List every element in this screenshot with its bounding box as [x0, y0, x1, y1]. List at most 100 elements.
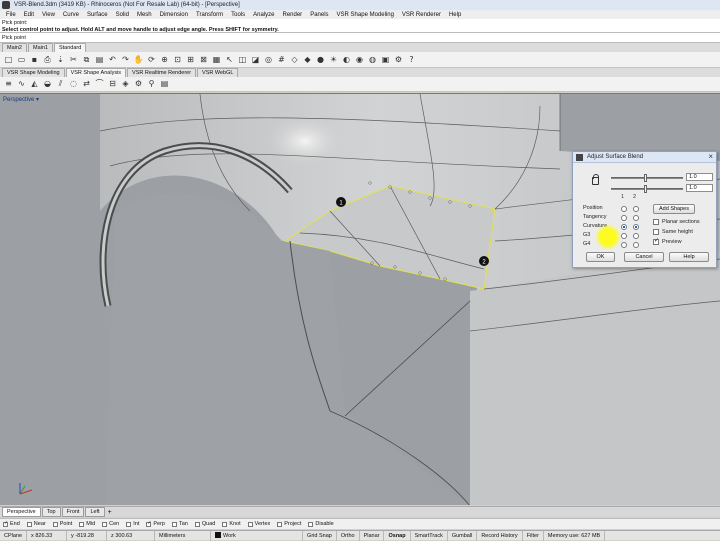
- osnap-checkbox[interactable]: [171, 521, 177, 527]
- status-filter[interactable]: Filter: [523, 530, 544, 541]
- status-planar[interactable]: Planar: [360, 530, 385, 541]
- menu-item-dimension[interactable]: Dimension: [156, 12, 192, 18]
- osnap-end[interactable]: End: [3, 520, 20, 527]
- status-layer[interactable]: Work: [211, 530, 304, 541]
- status-cplane[interactable]: CPlane: [0, 530, 28, 541]
- texture-icon[interactable]: ▣: [380, 54, 391, 65]
- menu-item-render[interactable]: Render: [279, 12, 307, 18]
- osnap-tan[interactable]: Tan: [171, 521, 188, 527]
- checkbox-preview[interactable]: Preview: [653, 237, 682, 246]
- view-tab-left[interactable]: Left: [85, 507, 105, 517]
- import-icon[interactable]: ⇣: [55, 54, 66, 65]
- undo-icon[interactable]: ↶: [107, 54, 118, 65]
- new-file-icon[interactable]: □: [3, 54, 14, 65]
- osnap-checkbox[interactable]: [194, 521, 200, 527]
- command-input[interactable]: Pick point: [0, 33, 720, 43]
- checkbox-box[interactable]: [653, 229, 659, 235]
- report-icon[interactable]: ▤: [159, 79, 170, 90]
- zoom-window-icon[interactable]: ⊡: [172, 54, 183, 65]
- radio-side1-g4[interactable]: [621, 242, 627, 248]
- blend-value-2-input[interactable]: 1.0: [686, 184, 713, 192]
- osnap-vertex[interactable]: Vertex: [247, 521, 270, 527]
- zoom-extents-icon[interactable]: ⊞: [185, 54, 196, 65]
- osnap-knot[interactable]: Knot: [222, 521, 241, 527]
- status-smarttrack[interactable]: SmartTrack: [411, 530, 448, 541]
- checkbox-box[interactable]: [653, 219, 659, 225]
- lock-icon[interactable]: [592, 174, 599, 185]
- cancel-button[interactable]: Cancel: [624, 252, 664, 262]
- highlight-lines-icon[interactable]: ⫽: [55, 79, 66, 90]
- menu-item-view[interactable]: View: [38, 12, 59, 18]
- continuity-icon[interactable]: ⌒: [94, 79, 105, 90]
- material-icon[interactable]: ◐: [341, 54, 352, 65]
- ok-button[interactable]: OK: [586, 252, 615, 262]
- environment-map-icon[interactable]: ◒: [42, 79, 53, 90]
- help-button[interactable]: Help: [669, 252, 709, 262]
- blend-marker-2[interactable]: 2: [479, 256, 489, 266]
- section-icon[interactable]: ⊟: [107, 79, 118, 90]
- cut-icon[interactable]: ✂: [68, 54, 79, 65]
- menu-item-vsr-renderer[interactable]: VSR Renderer: [398, 12, 445, 18]
- menu-item-analyze[interactable]: Analyze: [249, 12, 278, 18]
- inspect-icon[interactable]: ⚲: [146, 79, 157, 90]
- toolbar-tab-vsr-realtime-renderer[interactable]: VSR Realtime Renderer: [127, 68, 197, 77]
- radio-side2-curvature[interactable]: [633, 224, 639, 230]
- toolbar-tab-standard[interactable]: Standard: [53, 43, 87, 52]
- render-icon[interactable]: ◉: [354, 54, 365, 65]
- analysis-settings-icon[interactable]: ⚙: [133, 79, 144, 90]
- redo-icon[interactable]: ↷: [120, 54, 131, 65]
- osnap-near[interactable]: Near: [26, 521, 46, 527]
- view-tab-perspective[interactable]: Perspective: [2, 507, 41, 517]
- osnap-checkbox[interactable]: [247, 521, 253, 527]
- osnap-point[interactable]: Point: [52, 521, 72, 527]
- radio-side2-position[interactable]: [633, 206, 639, 212]
- open-file-icon[interactable]: ▭: [16, 54, 27, 65]
- pan-icon[interactable]: ✋: [133, 54, 144, 65]
- curvature-icon[interactable]: ∿: [16, 79, 27, 90]
- menu-item-file[interactable]: File: [2, 12, 20, 18]
- menu-item-edit[interactable]: Edit: [20, 12, 38, 18]
- blend-slider-2[interactable]: [611, 185, 683, 193]
- menu-item-solid[interactable]: Solid: [112, 12, 133, 18]
- toolbar-tab-vsr-shape-analysis[interactable]: VSR Shape Analysis: [65, 68, 127, 77]
- menu-item-transform[interactable]: Transform: [192, 12, 227, 18]
- environment-icon[interactable]: ◍: [367, 54, 378, 65]
- radio-side2-g4[interactable]: [633, 242, 639, 248]
- status-grid-snap[interactable]: Grid Snap: [303, 530, 337, 541]
- osnap-quad[interactable]: Quad: [194, 521, 215, 527]
- osnap-int[interactable]: Int: [126, 521, 139, 527]
- checkbox-box[interactable]: [653, 237, 659, 245]
- grid-icon[interactable]: #: [276, 54, 287, 65]
- osnap-mid[interactable]: Mid: [79, 521, 95, 527]
- menu-item-surface[interactable]: Surface: [83, 12, 112, 18]
- osnap-icon[interactable]: ◎: [263, 54, 274, 65]
- osnap-disable[interactable]: Disable: [308, 521, 334, 527]
- properties-icon[interactable]: ◪: [250, 54, 261, 65]
- radio-side1-tangency[interactable]: [621, 215, 627, 221]
- osnap-checkbox[interactable]: [126, 521, 132, 527]
- blend-value-1-input[interactable]: 1.0: [686, 173, 713, 181]
- view-tab-front[interactable]: Front: [61, 507, 85, 517]
- add-shapes-button[interactable]: Add Shapes: [653, 204, 695, 214]
- status-record-history[interactable]: Record History: [477, 530, 523, 541]
- osnap-cen[interactable]: Cen: [102, 521, 119, 527]
- menu-item-help[interactable]: Help: [445, 12, 465, 18]
- menu-item-curve[interactable]: Curve: [59, 12, 83, 18]
- layer-icon[interactable]: ◫: [237, 54, 248, 65]
- shaded-icon[interactable]: ◆: [302, 54, 313, 65]
- isophotes-icon[interactable]: ◌: [68, 79, 79, 90]
- viewport-label[interactable]: Perspective ▾: [3, 96, 39, 103]
- checkbox-planar-sections[interactable]: Planar sections: [653, 218, 700, 226]
- menu-item-mesh[interactable]: Mesh: [133, 12, 156, 18]
- draft-angle-icon[interactable]: ◭: [29, 79, 40, 90]
- osnap-checkbox[interactable]: [102, 521, 108, 527]
- wireframe-icon[interactable]: ◇: [289, 54, 300, 65]
- toolbar-tab-vsr-webgl[interactable]: VSR WebGL: [197, 68, 239, 77]
- print-icon[interactable]: ⎙: [42, 54, 53, 65]
- radio-side1-curvature[interactable]: [621, 224, 627, 230]
- add-viewport-tab-icon[interactable]: +: [108, 509, 112, 516]
- rotate-view-icon[interactable]: ⟳: [146, 54, 157, 65]
- osnap-checkbox[interactable]: [79, 521, 85, 527]
- help-icon[interactable]: ?: [406, 54, 417, 65]
- checkbox-same-height[interactable]: Same height: [653, 228, 693, 236]
